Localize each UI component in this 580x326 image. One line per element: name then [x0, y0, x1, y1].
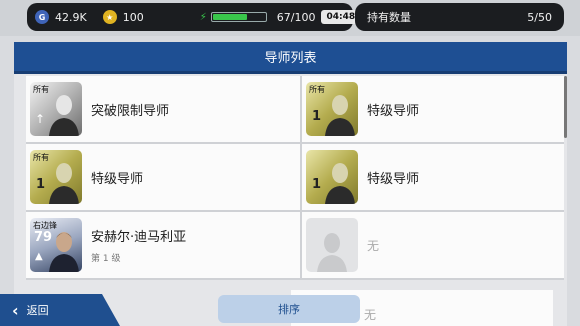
coin-icon: ★ — [102, 10, 117, 24]
player-silhouette-icon — [49, 163, 79, 204]
card-mark: 1 — [36, 177, 46, 192]
player-portrait-icon — [49, 232, 79, 272]
owned-label: 持有数量 — [367, 11, 411, 24]
coin-value: 100 — [122, 10, 144, 24]
back-label: 返回 — [26, 304, 49, 317]
coach-item[interactable]: 所有 1 特级导师 — [302, 76, 564, 144]
bolt-icon: ⚡ — [199, 11, 207, 23]
coach-name: 特级导师 — [91, 171, 144, 187]
coin-balance: ★ 100 — [95, 3, 152, 31]
coach-item[interactable]: 右边锋 79 ▲ 安赫尔·迪马利亚 第 1 级 — [26, 212, 302, 280]
condition-arrow-icon: ▲ — [35, 251, 43, 262]
coach-card: 所有 1 — [306, 82, 358, 136]
gp-value: 42.9K — [55, 10, 87, 24]
coach-name: 安赫尔·迪马利亚 — [91, 230, 187, 245]
scrollbar[interactable] — [564, 76, 567, 138]
energy-bar — [210, 12, 267, 22]
sort-button[interactable]: 排序 — [218, 295, 360, 323]
card-mark: 1 — [312, 177, 322, 192]
card-tag: 所有 — [33, 153, 49, 162]
back-button[interactable]: ‹ 返回 — [0, 294, 120, 326]
currency-pill: G 42.9K ★ 100 ⚡ 67/100 04:48 — [27, 3, 361, 31]
coach-name: 特级导师 — [367, 103, 420, 119]
empty-label: 无 — [367, 238, 380, 253]
coach-item[interactable]: 所有 1 特级导师 — [26, 144, 302, 212]
coach-card: 所有 1 — [30, 150, 82, 204]
coach-item[interactable]: 所有 ↑ 突破限制导师 — [26, 76, 302, 144]
energy-value: 67/100 — [276, 10, 316, 24]
gp-balance: G 42.9K — [27, 3, 95, 31]
panel-title: 导师列表 — [14, 42, 567, 74]
coach-name: 特级导师 — [367, 171, 420, 187]
empty-silhouette-icon — [317, 233, 347, 272]
chevron-left-icon: ‹ — [12, 300, 19, 320]
empty-label: 无 — [364, 308, 377, 322]
player-silhouette-icon — [325, 95, 355, 136]
energy-bar-fill — [212, 14, 247, 20]
arrow-up-icon: ↑ — [35, 112, 46, 126]
card-mark: 1 — [312, 109, 322, 124]
coach-level: 第 1 级 — [91, 254, 121, 264]
sort-label: 排序 — [278, 303, 300, 316]
card-tag: 所有 — [309, 85, 325, 94]
empty-slot[interactable]: 无 — [302, 212, 564, 280]
coach-card: 1 — [306, 150, 358, 204]
player-silhouette-icon — [49, 95, 79, 136]
owned-value: 5/50 — [527, 10, 552, 24]
gp-icon: G — [35, 10, 49, 24]
coach-card: 所有 ↑ — [30, 82, 82, 136]
energy-meter: ⚡ 67/100 04:48 — [192, 3, 368, 31]
coach-name: 突破限制导师 — [91, 103, 170, 119]
empty-card — [306, 218, 358, 272]
coach-card: 右边锋 79 ▲ — [30, 218, 82, 272]
coach-grid: 所有 ↑ 突破限制导师 所有 1 特级导师 所有 1 特级导师 1 特级导师 右… — [26, 76, 564, 280]
player-silhouette-icon — [325, 163, 355, 204]
card-tag: 所有 — [33, 85, 49, 94]
coach-item[interactable]: 1 特级导师 — [302, 144, 564, 212]
status-bar: G 42.9K ★ 100 ⚡ 67/100 04:48 持有数量 5/50 — [0, 0, 580, 36]
owned-count-pill: 持有数量 5/50 — [355, 3, 564, 31]
